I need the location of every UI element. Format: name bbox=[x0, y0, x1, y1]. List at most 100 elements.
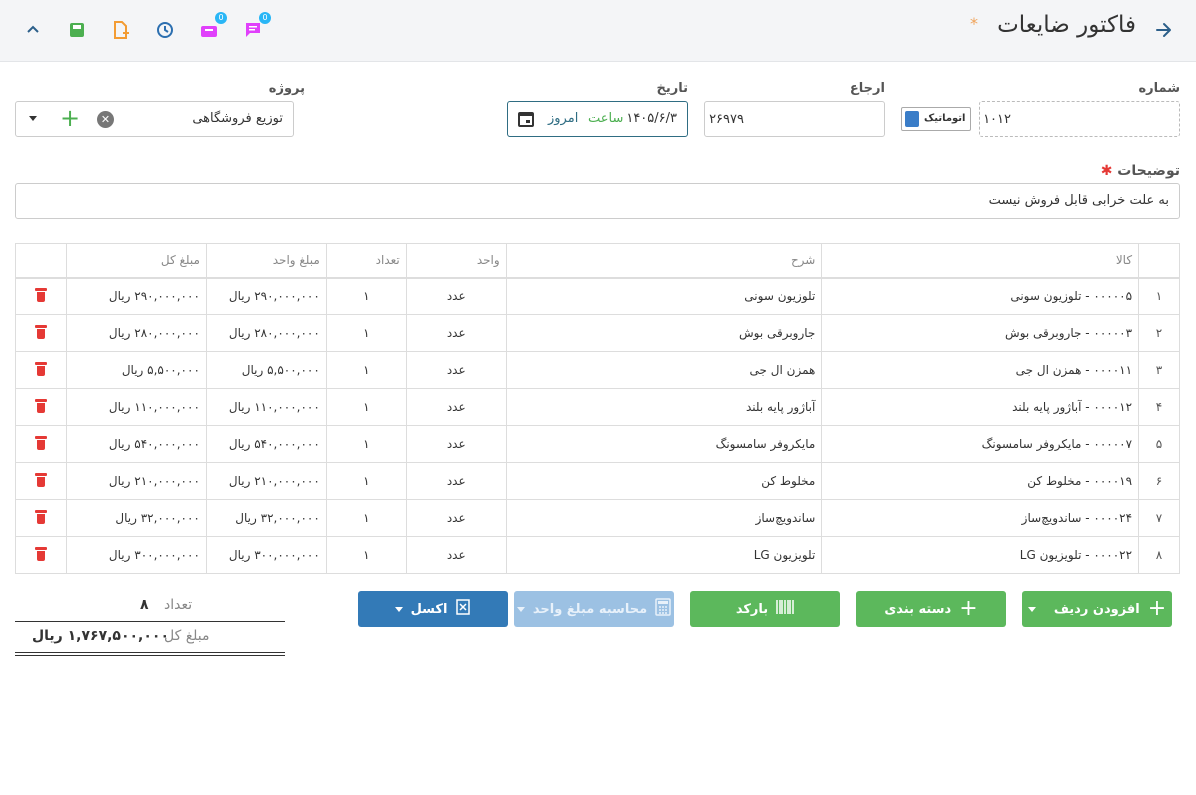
chevron-up-icon[interactable] bbox=[21, 18, 45, 42]
add-row-button[interactable]: + افزودن ردیف bbox=[1022, 591, 1172, 627]
date-field[interactable]: امروز ساعت ۱۴۰۵/۶/۳ bbox=[507, 101, 688, 137]
cell-total[interactable]: ۵۴۰,۰۰۰,۰۰۰ ریال bbox=[65, 425, 207, 463]
cell-total[interactable]: ۲۸۰,۰۰۰,۰۰۰ ریال bbox=[65, 314, 207, 352]
add-file-icon[interactable] bbox=[109, 18, 133, 42]
cell-qty[interactable]: ۱ bbox=[325, 499, 407, 537]
row-index[interactable]: ۷ bbox=[1138, 499, 1180, 537]
cell-total[interactable]: ۵,۵۰۰,۰۰۰ ریال bbox=[65, 351, 207, 389]
row-index[interactable]: ۱ bbox=[1138, 277, 1180, 315]
cell-unit[interactable]: عدد bbox=[405, 499, 507, 537]
cell-unit-price[interactable]: ۲۸۰,۰۰۰,۰۰۰ ریال bbox=[205, 314, 327, 352]
trash-icon[interactable] bbox=[34, 509, 47, 524]
trash-icon[interactable] bbox=[34, 361, 47, 376]
cell-total[interactable]: ۱۱۰,۰۰۰,۰۰۰ ریال bbox=[65, 388, 207, 426]
table-row[interactable]: ۴ ۰۰۰۰۱۲ - آباژور پایه بلند آباژور پایه بل… bbox=[15, 388, 1180, 426]
cell-qty[interactable]: ۱ bbox=[325, 277, 407, 315]
inbox-icon[interactable]: 0 bbox=[197, 12, 227, 42]
trash-icon[interactable] bbox=[34, 435, 47, 450]
description-field[interactable]: به علت خرابی قابل فروش نیست bbox=[15, 183, 1180, 219]
project-select[interactable]: توزیع فروشگاهی ✕ + bbox=[15, 101, 294, 137]
chevron-down-icon[interactable] bbox=[29, 116, 37, 121]
clear-icon[interactable]: ✕ bbox=[97, 111, 114, 128]
row-index[interactable]: ۶ bbox=[1138, 462, 1180, 500]
cell-unit-price[interactable]: ۲۹۰,۰۰۰,۰۰۰ ریال bbox=[205, 277, 327, 315]
cell-unit[interactable]: عدد bbox=[405, 314, 507, 352]
row-index[interactable]: ۸ bbox=[1138, 536, 1180, 574]
cell-qty[interactable]: ۱ bbox=[325, 462, 407, 500]
cell-item[interactable]: ۰۰۰۰۲۲ - تلویزیون LG bbox=[821, 536, 1140, 574]
cell-qty[interactable]: ۱ bbox=[325, 536, 407, 574]
number-field[interactable]: ۱۰۱۲ bbox=[979, 101, 1180, 137]
cell-total[interactable]: ۲۱۰,۰۰۰,۰۰۰ ریال bbox=[65, 462, 207, 500]
cell-desc[interactable]: مایکروفر سامسونگ bbox=[505, 425, 823, 463]
cell-qty[interactable]: ۱ bbox=[325, 314, 407, 352]
clock-icon[interactable] bbox=[153, 18, 177, 42]
cell-total[interactable]: ۲۹۰,۰۰۰,۰۰۰ ریال bbox=[65, 277, 207, 315]
today-button[interactable]: امروز bbox=[548, 111, 578, 126]
cell-unit-price[interactable]: ۱۱۰,۰۰۰,۰۰۰ ریال bbox=[205, 388, 327, 426]
cell-desc[interactable]: مخلوط کن bbox=[505, 462, 823, 500]
arrow-right-icon[interactable] bbox=[1152, 18, 1176, 42]
trash-icon[interactable] bbox=[34, 324, 47, 339]
trash-icon[interactable] bbox=[34, 398, 47, 413]
save-icon[interactable] bbox=[65, 18, 89, 42]
table-row[interactable]: ۵ ۰۰۰۰۰۷ - مایکروفر سامسونگ مایکروفر سامسو… bbox=[15, 425, 1180, 463]
cell-item[interactable]: ۰۰۰۰۲۴ - ساندویچ‌ساز bbox=[821, 499, 1140, 537]
cell-item[interactable]: ۰۰۰۰۱۲ - آباژور پایه بلند bbox=[821, 388, 1140, 426]
cell-unit-price[interactable]: ۳۲,۰۰۰,۰۰۰ ریال bbox=[205, 499, 327, 537]
cell-unit-price[interactable]: ۳۰۰,۰۰۰,۰۰۰ ریال bbox=[205, 536, 327, 574]
row-index[interactable]: ۵ bbox=[1138, 425, 1180, 463]
cell-item[interactable]: ۰۰۰۰۱۱ - همزن ال جی bbox=[821, 351, 1140, 389]
column-header-unit[interactable]: واحد bbox=[405, 243, 507, 279]
reference-field[interactable]: ۲۶۹۷۹ bbox=[704, 101, 885, 137]
table-row[interactable]: ۶ ۰۰۰۰۱۹ - مخلوط کن مخلوط کن عدد ۱ ۲۱۰,۰۰۰,۰۰… bbox=[15, 462, 1180, 500]
cell-item[interactable]: ۰۰۰۰۱۹ - مخلوط کن bbox=[821, 462, 1140, 500]
cell-unit[interactable]: عدد bbox=[405, 425, 507, 463]
column-header-desc[interactable]: شرح bbox=[505, 243, 823, 279]
calc-unit-price-button[interactable]: محاسبه مبلغ واحد bbox=[514, 591, 674, 627]
cell-qty[interactable]: ۱ bbox=[325, 351, 407, 389]
cell-desc[interactable]: همزن ال جی bbox=[505, 351, 823, 389]
table-row[interactable]: ۸ ۰۰۰۰۲۲ - تلویزیون LG تلویزیون LG عدد ۱ ۳۰۰,… bbox=[15, 536, 1180, 574]
table-row[interactable]: ۲ ۰۰۰۰۰۳ - جاروبرقی بوش جاروبرقی بوش عدد ۱ ۲۸… bbox=[15, 314, 1180, 352]
trash-icon[interactable] bbox=[34, 472, 47, 487]
grouping-button[interactable]: + دسته بندی bbox=[856, 591, 1006, 627]
cell-unit[interactable]: عدد bbox=[405, 277, 507, 315]
excel-button[interactable]: اکسل bbox=[358, 591, 508, 627]
plus-icon[interactable]: + bbox=[60, 106, 80, 130]
column-header-item[interactable]: کالا bbox=[821, 243, 1140, 279]
cell-total[interactable]: ۳۰۰,۰۰۰,۰۰۰ ریال bbox=[65, 536, 207, 574]
table-row[interactable]: ۳ ۰۰۰۰۱۱ - همزن ال جی همزن ال جی عدد ۱ ۵,۵۰۰,… bbox=[15, 351, 1180, 389]
cell-unit-price[interactable]: ۵۴۰,۰۰۰,۰۰۰ ریال bbox=[205, 425, 327, 463]
cell-desc[interactable]: تلویزیون LG bbox=[505, 536, 823, 574]
calendar-icon[interactable] bbox=[518, 111, 534, 127]
cell-item[interactable]: ۰۰۰۰۰۵ - تلوزیون سونی bbox=[821, 277, 1140, 315]
cell-qty[interactable]: ۱ bbox=[325, 388, 407, 426]
cell-unit-price[interactable]: ۵,۵۰۰,۰۰۰ ریال bbox=[205, 351, 327, 389]
auto-number-toggle[interactable]: اتوماتیک bbox=[901, 107, 971, 131]
cell-desc[interactable]: جاروبرقی بوش bbox=[505, 314, 823, 352]
cell-unit[interactable]: عدد bbox=[405, 462, 507, 500]
cell-desc[interactable]: آباژور پایه بلند bbox=[505, 388, 823, 426]
cell-unit[interactable]: عدد bbox=[405, 536, 507, 574]
column-header-unit-price[interactable]: مبلغ واحد bbox=[205, 243, 327, 279]
row-index[interactable]: ۲ bbox=[1138, 314, 1180, 352]
table-row[interactable]: ۱ ۰۰۰۰۰۵ - تلوزیون سونی تلوزیون سونی عدد ۱ ۲۹… bbox=[15, 277, 1180, 315]
cell-item[interactable]: ۰۰۰۰۰۳ - جاروبرقی بوش bbox=[821, 314, 1140, 352]
chat-icon[interactable]: 0 bbox=[241, 12, 271, 42]
cell-total[interactable]: ۳۲,۰۰۰,۰۰۰ ریال bbox=[65, 499, 207, 537]
trash-icon[interactable] bbox=[34, 287, 47, 302]
cell-qty[interactable]: ۱ bbox=[325, 425, 407, 463]
cell-desc[interactable]: تلوزیون سونی bbox=[505, 277, 823, 315]
cell-item[interactable]: ۰۰۰۰۰۷ - مایکروفر سامسونگ bbox=[821, 425, 1140, 463]
row-index[interactable]: ۳ bbox=[1138, 351, 1180, 389]
column-header-qty[interactable]: تعداد bbox=[325, 243, 407, 279]
cell-unit-price[interactable]: ۲۱۰,۰۰۰,۰۰۰ ریال bbox=[205, 462, 327, 500]
trash-icon[interactable] bbox=[34, 546, 47, 561]
barcode-button[interactable]: بارکد bbox=[690, 591, 840, 627]
hour-button[interactable]: ساعت bbox=[588, 111, 623, 126]
row-index[interactable]: ۴ bbox=[1138, 388, 1180, 426]
cell-unit[interactable]: عدد bbox=[405, 351, 507, 389]
cell-unit[interactable]: عدد bbox=[405, 388, 507, 426]
cell-desc[interactable]: ساندویچ‌ساز bbox=[505, 499, 823, 537]
